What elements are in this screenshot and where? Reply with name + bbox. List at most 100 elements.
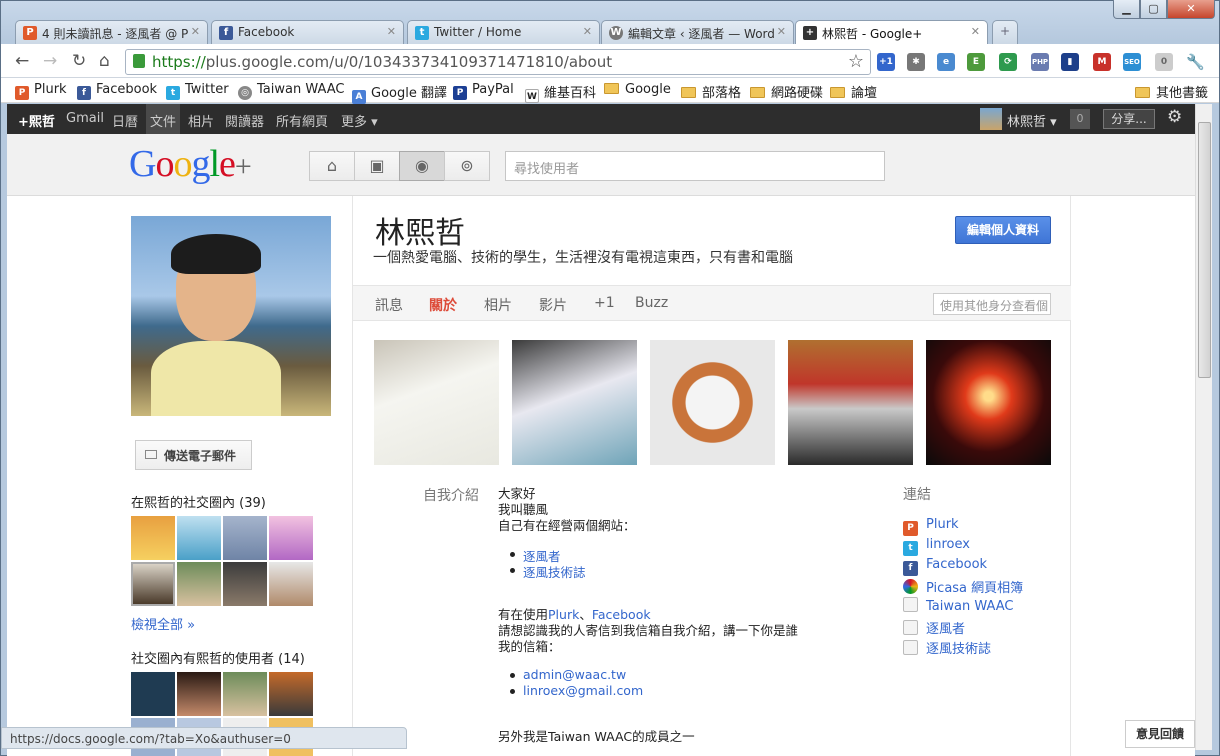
view-as-input[interactable]: 使用其他身分查看個 xyxy=(933,293,1051,315)
php-extension-icon[interactable]: PHP xyxy=(1031,53,1049,71)
avatar[interactable] xyxy=(223,562,267,606)
tab-videos[interactable]: 影片 xyxy=(539,295,567,315)
analytics-extension-icon[interactable]: ▮ xyxy=(1061,53,1079,71)
profile-photo-thumb[interactable] xyxy=(650,340,775,465)
gbar-plus-me[interactable]: +熙哲 xyxy=(18,111,55,130)
avatar[interactable] xyxy=(980,108,1002,130)
profile-nav-button[interactable]: ◉ xyxy=(399,151,445,181)
view-all-link[interactable]: 檢視全部 » xyxy=(131,614,195,633)
close-tab-icon[interactable]: ✕ xyxy=(387,25,396,38)
avatar[interactable] xyxy=(131,516,175,560)
gbar-documents[interactable]: 文件 xyxy=(146,104,181,134)
gbar-more[interactable]: 更多 ▾ xyxy=(341,111,378,130)
star-icon[interactable]: ☆ xyxy=(848,51,864,72)
intro-link-plurk[interactable]: Plurk xyxy=(548,607,579,622)
home-nav-button[interactable]: ⌂ xyxy=(309,151,355,181)
counter-extension-icon[interactable]: 0 xyxy=(1155,53,1173,71)
avatar[interactable] xyxy=(177,516,221,560)
avatar[interactable] xyxy=(177,672,221,716)
gbar-reader[interactable]: 閱讀器 xyxy=(225,111,264,130)
scrollbar[interactable] xyxy=(1195,104,1212,750)
tab-posts[interactable]: 訊息 xyxy=(375,295,403,315)
profile-link[interactable]: f Facebook xyxy=(903,557,987,576)
minimize-button[interactable]: ▁ xyxy=(1113,0,1140,19)
profile-photo-thumb[interactable] xyxy=(512,340,637,465)
browser-tab-active[interactable]: + 林熙哲 - Google+ ✕ xyxy=(795,20,988,45)
avatar[interactable] xyxy=(131,562,175,606)
reload-icon[interactable]: ↻ xyxy=(72,51,86,71)
bookmark-twitter[interactable]: t Twitter xyxy=(166,82,229,100)
avatar[interactable] xyxy=(177,562,221,606)
bookmark-folder-google[interactable]: Google xyxy=(604,82,671,97)
back-arrow-icon[interactable]: ← xyxy=(15,51,29,71)
send-email-button[interactable]: 傳送電子郵件 xyxy=(135,440,252,470)
profile-link[interactable]: Picasa 網頁相簿 xyxy=(903,577,1023,596)
gbar-web[interactable]: 所有網頁 xyxy=(276,111,328,130)
intro-email-link[interactable]: linroex@gmail.com xyxy=(509,683,643,698)
gbar-calendar[interactable]: 日曆 xyxy=(112,111,138,130)
feedback-button[interactable]: 意見回饋 xyxy=(1125,720,1195,748)
google-plus-logo[interactable]: Google+ xyxy=(129,142,252,186)
browser-tab[interactable]: W 編輯文章 ‹ 逐風者 — Word ✕ xyxy=(601,20,794,44)
close-tab-icon[interactable]: ✕ xyxy=(971,25,980,38)
profile-link[interactable]: t linroex xyxy=(903,537,970,556)
gbar-photos[interactable]: 相片 xyxy=(188,111,214,130)
avatar[interactable] xyxy=(131,672,175,716)
bookmark-taiwan-waac[interactable]: ◎ Taiwan WAAC xyxy=(238,82,344,100)
forward-arrow-icon[interactable]: → xyxy=(43,51,57,71)
bookmark-google-translate[interactable]: A Google 翻譯 xyxy=(352,82,447,104)
tab-about[interactable]: 關於 xyxy=(429,295,457,315)
profile-photo-thumb[interactable] xyxy=(926,340,1051,465)
profile-link[interactable]: 逐風者 xyxy=(903,618,965,637)
intro-email-link[interactable]: admin@waac.tw xyxy=(509,667,626,682)
bookmark-wikipedia[interactable]: W 維基百科 xyxy=(525,82,596,103)
plus-one-extension-icon[interactable]: +1 xyxy=(877,53,895,71)
gbar-gmail[interactable]: Gmail xyxy=(66,111,104,126)
avatar[interactable] xyxy=(269,562,313,606)
profile-photo[interactable] xyxy=(131,216,331,416)
profile-photo-thumb[interactable] xyxy=(788,340,913,465)
avatar[interactable] xyxy=(223,672,267,716)
tab-buzz[interactable]: Buzz xyxy=(635,295,668,311)
close-tab-icon[interactable]: ✕ xyxy=(191,25,200,38)
bookmark-paypal[interactable]: P PayPal xyxy=(453,82,514,100)
close-window-button[interactable]: ✕ xyxy=(1167,0,1215,19)
browser-tab[interactable]: t Twitter / Home ✕ xyxy=(407,20,600,44)
browser-tab[interactable]: P 4 則未讀訊息 - 逐風者 @ P ✕ xyxy=(15,20,208,44)
bookmark-folder-drive[interactable]: 網路硬碟 xyxy=(750,82,823,101)
sync-extension-icon[interactable]: ⟳ xyxy=(999,53,1017,71)
close-tab-icon[interactable]: ✕ xyxy=(583,25,592,38)
tab-plus-ones[interactable]: +1 xyxy=(594,295,615,311)
maximize-button[interactable]: ▢ xyxy=(1140,0,1167,19)
bookmark-facebook[interactable]: f Facebook xyxy=(77,82,157,100)
edit-profile-button[interactable]: 編輯個人資料 xyxy=(955,216,1051,244)
tab-photos[interactable]: 相片 xyxy=(484,295,512,315)
profile-link[interactable]: 逐風技術誌 xyxy=(903,638,991,657)
intro-link-site[interactable]: 逐風技術誌 xyxy=(510,562,586,581)
close-tab-icon[interactable]: ✕ xyxy=(777,25,786,38)
avatar[interactable] xyxy=(223,516,267,560)
intro-link-facebook[interactable]: Facebook xyxy=(592,607,651,622)
browser-tab[interactable]: f Facebook ✕ xyxy=(211,20,404,44)
share-button[interactable]: 分享... xyxy=(1103,109,1155,129)
search-input[interactable]: 尋找使用者 xyxy=(505,151,885,181)
bug-extension-icon[interactable]: ✱ xyxy=(907,53,925,71)
avatar[interactable] xyxy=(269,516,313,560)
bookmark-folder-forum[interactable]: 論壇 xyxy=(830,82,877,101)
profile-link[interactable]: Taiwan WAAC xyxy=(903,597,1013,614)
photos-nav-button[interactable]: ▣ xyxy=(354,151,400,181)
circles-nav-button[interactable]: ⊚ xyxy=(444,151,490,181)
bookmark-plurk[interactable]: P Plurk xyxy=(15,82,67,100)
home-icon[interactable]: ⌂ xyxy=(99,51,110,71)
gbar-user-menu[interactable]: 林熙哲 ▾ xyxy=(1007,111,1057,130)
ie-tab-icon[interactable]: e xyxy=(937,53,955,71)
other-bookmarks[interactable]: 其他書籤 xyxy=(1135,82,1208,101)
address-bar[interactable]: https://plus.google.com/u/0/103433734109… xyxy=(125,49,871,75)
profile-link[interactable]: P Plurk xyxy=(903,517,959,536)
gear-icon[interactable]: ⚙ xyxy=(1167,107,1182,127)
bookmark-folder-blog[interactable]: 部落格 xyxy=(681,82,741,101)
scrollbar-thumb[interactable] xyxy=(1198,122,1211,378)
new-tab-button[interactable]: + xyxy=(992,20,1018,44)
wrench-icon[interactable]: 🔧 xyxy=(1186,53,1205,71)
seo-extension-icon[interactable]: SEO xyxy=(1123,53,1141,71)
